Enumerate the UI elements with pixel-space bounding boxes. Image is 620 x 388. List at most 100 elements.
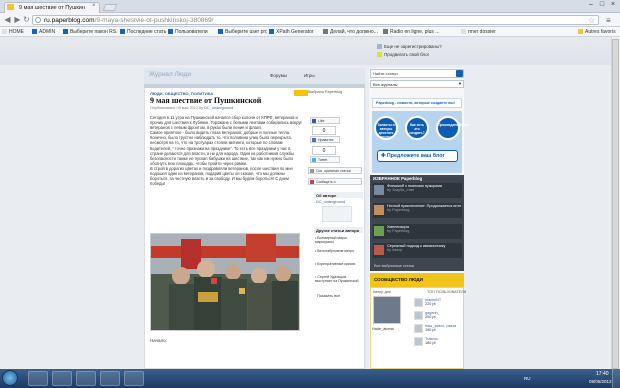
paperblog-heading[interactable]: Paperblog - новости, которые создаете вы… bbox=[372, 98, 462, 108]
community-heading: СООБЩЕСТВО ЛЮДИ bbox=[374, 277, 423, 282]
article-photo[interactable] bbox=[150, 233, 300, 331]
featured-thumbnail[interactable] bbox=[374, 226, 384, 236]
how-it-works-circle-button[interactable]: Как есть это создать? bbox=[405, 116, 429, 140]
chrome-taskbar-icon[interactable] bbox=[124, 371, 144, 386]
user-entry[interactable]: Trasmo 180 pt bbox=[425, 337, 438, 346]
user-score: 180 pt bbox=[425, 341, 436, 346]
bookmark-item[interactable]: Выберите пакон RS... bbox=[63, 28, 117, 36]
journal-title[interactable]: Журнал Люди bbox=[149, 71, 191, 78]
other-article-link[interactable]: Велотабуновом метро bbox=[315, 249, 362, 253]
bookmark-label: HOME bbox=[9, 29, 24, 35]
user-avatar[interactable] bbox=[414, 311, 423, 320]
featured-heading: ИЗБРАННОЕ Paperblog bbox=[373, 176, 423, 181]
bookmark-icon bbox=[2, 29, 7, 35]
reload-button[interactable]: ↻ bbox=[22, 15, 31, 24]
all-featured-link[interactable]: Все выбранные статьи bbox=[374, 264, 414, 268]
featured-user-avatar[interactable] bbox=[373, 296, 401, 324]
user-entry[interactable]: maximNT 220 pt bbox=[425, 298, 441, 307]
new-tab-button[interactable] bbox=[102, 4, 118, 11]
nav-games[interactable]: Игры bbox=[304, 73, 315, 78]
page-info-icon[interactable] bbox=[35, 17, 41, 23]
bookmark-item[interactable]: Пользователи bbox=[168, 28, 216, 36]
facebook-like-button[interactable]: Like bbox=[310, 117, 340, 124]
join-circle-button[interactable]: Присоединяйтесь! bbox=[436, 116, 469, 140]
bookmark-icon bbox=[32, 29, 37, 35]
url-field[interactable]: ru.paperblog.com/9-maya-shestvie-ot-push… bbox=[32, 15, 599, 25]
article-paragraph: Сегодня в 11 утра на Пушкинской начался … bbox=[150, 115, 302, 131]
top-users-label: ТОП ПОЛЬЗОВАТЕЛИ bbox=[427, 290, 467, 294]
user-avatar[interactable] bbox=[414, 298, 423, 307]
language-indicator[interactable]: RU bbox=[524, 376, 531, 381]
bookmark-item[interactable]: XPath Generator bbox=[269, 28, 321, 36]
search-placeholder: Найти статьи bbox=[373, 71, 398, 76]
user-avatar[interactable] bbox=[414, 337, 423, 346]
media-taskbar-icon[interactable] bbox=[100, 371, 120, 386]
other-article-link[interactable]: Всемирный марш марихуаны bbox=[315, 236, 362, 244]
author-name-link[interactable]: DC_underground bbox=[316, 200, 345, 204]
user-entry[interactable]: gagarin_ 200 pt bbox=[425, 311, 440, 320]
word-taskbar-icon[interactable] bbox=[76, 371, 96, 386]
user-score: 190 pt bbox=[425, 328, 436, 333]
forward-button[interactable]: ▶ bbox=[13, 15, 22, 24]
back-button[interactable]: ◀ bbox=[3, 15, 12, 24]
bookmark-item[interactable]: Radio en ligne, plus ... bbox=[383, 28, 458, 36]
user-entry[interactable]: наш_зовсо, рзиза 190 pt bbox=[425, 324, 456, 333]
save-original-button[interactable]: Сох. оригинал статьи bbox=[308, 167, 362, 174]
bookmark-item[interactable]: Делай, что должно... bbox=[323, 28, 381, 36]
bookmark-label: Делай, что должно... bbox=[330, 29, 378, 35]
scrollbar-thumb[interactable] bbox=[612, 39, 619, 369]
featured-meta: by Paperblog bbox=[387, 208, 410, 213]
other-article-link[interactable]: Сергей Удальцов выступает на Пушкинской bbox=[315, 275, 362, 283]
bookmark-item[interactable]: Autres favoris bbox=[578, 28, 618, 36]
bookmark-label: Radio en ligne, plus ... bbox=[390, 29, 440, 35]
bookmark-item[interactable]: Последние статьи bbox=[120, 28, 166, 36]
register-link[interactable]: Еще не зарегистрированы? bbox=[384, 44, 442, 49]
byline-author-link[interactable]: DC_underground bbox=[204, 106, 233, 110]
browser-tab[interactable]: 9 мая шествие от Пушкин bbox=[4, 2, 100, 13]
bookmark-icon bbox=[461, 29, 466, 35]
twitter-icon bbox=[312, 158, 316, 162]
wrench-menu-icon[interactable]: ≡ bbox=[606, 16, 611, 25]
tweet-button[interactable]: Tweet bbox=[310, 156, 340, 163]
bookmark-label: Последние статьи bbox=[127, 29, 166, 35]
featured-meta: by Автор bbox=[387, 248, 403, 253]
url-path: /9-maya-shestvie-ot-pushkinskoj-380869/ bbox=[94, 17, 214, 24]
featured-thumbnail[interactable] bbox=[374, 185, 384, 195]
maximize-window-button[interactable]: □ bbox=[597, 1, 607, 9]
explorer-taskbar-icon[interactable] bbox=[52, 371, 72, 386]
featured-user-name[interactable]: Hade_atomic bbox=[372, 327, 394, 331]
bookmark-item[interactable]: ADMIN bbox=[32, 28, 61, 36]
report-button[interactable]: Сообщить о bbox=[308, 178, 362, 185]
author-avatar[interactable] bbox=[322, 206, 352, 222]
tab-close-icon[interactable]: × bbox=[92, 3, 96, 9]
ie-taskbar-icon[interactable] bbox=[28, 371, 48, 386]
journal-subnav bbox=[144, 84, 365, 88]
other-article-link[interactable]: Корпоративные кризис bbox=[315, 262, 362, 266]
chevron-down-icon[interactable]: ▼ bbox=[458, 81, 462, 86]
clock-date[interactable]: 09/05/2012 bbox=[589, 379, 612, 384]
featured-thumbnail[interactable] bbox=[374, 205, 384, 215]
tab-favicon-icon bbox=[7, 4, 14, 10]
talents-circle-button[interactable]: Таланты и авторы десятого месяца bbox=[374, 116, 398, 140]
bookmark-item[interactable]: Выберите user profi... bbox=[218, 28, 267, 36]
fb-like-label: Like bbox=[318, 119, 325, 123]
bookmark-star-icon[interactable]: ☆ bbox=[588, 16, 595, 25]
search-icon[interactable] bbox=[456, 70, 463, 77]
show-desktop-button[interactable] bbox=[612, 369, 620, 388]
close-window-button[interactable]: × bbox=[608, 1, 618, 9]
show-all-link[interactable]: Показать все bbox=[317, 294, 340, 298]
nav-forums[interactable]: Форумы bbox=[270, 73, 287, 78]
bookmark-item[interactable]: rmer dossier bbox=[461, 28, 496, 36]
vk-like-button[interactable]: Нравится bbox=[310, 136, 340, 143]
journal-select[interactable]: Все журналы bbox=[370, 80, 464, 88]
search-input[interactable]: Найти статьи bbox=[370, 69, 464, 78]
clock-time[interactable]: 17:40 bbox=[596, 371, 609, 377]
propose-blog-button[interactable]: ✚ Предложите ваш блог bbox=[377, 150, 458, 162]
promote-blog-link[interactable]: Продвигать свой блог bbox=[384, 52, 429, 57]
user-avatar[interactable] bbox=[414, 324, 423, 333]
featured-meta: by Paperblog bbox=[387, 229, 410, 234]
featured-thumbnail[interactable] bbox=[374, 245, 384, 255]
minimize-window-button[interactable]: – bbox=[586, 1, 596, 9]
start-button[interactable] bbox=[2, 370, 18, 386]
bookmark-item[interactable]: HOME bbox=[2, 28, 30, 36]
